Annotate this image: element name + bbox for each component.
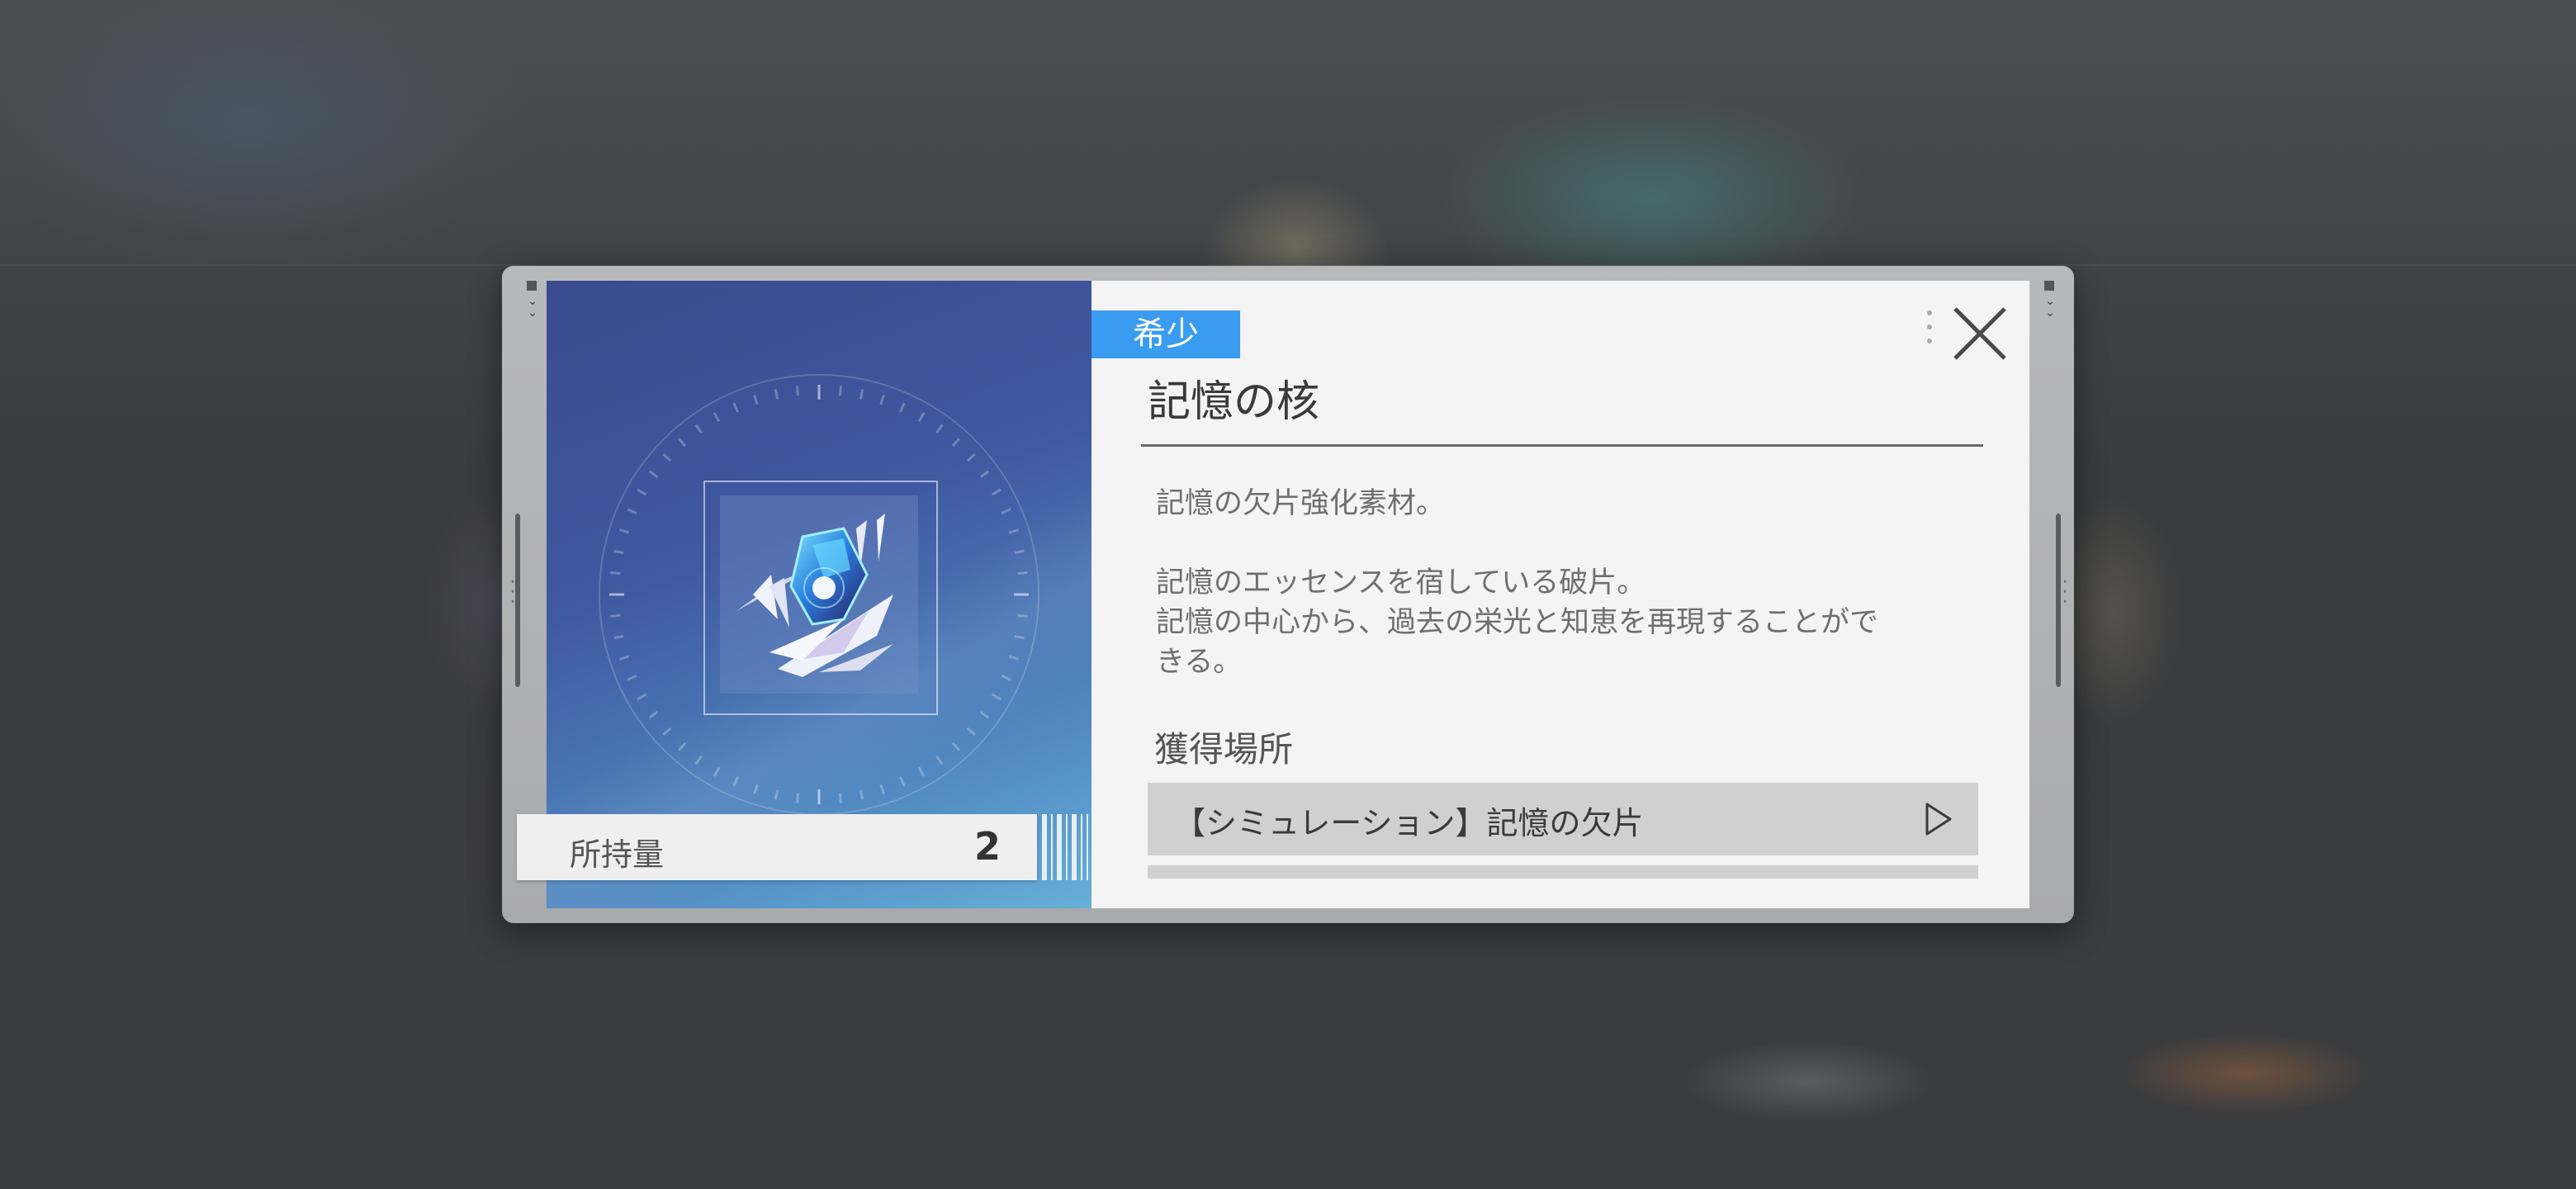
dial-tick <box>859 789 864 800</box>
dial-tick <box>795 793 800 803</box>
acquisition-source-label: 【シミュレーション】記憶の欠片 <box>1174 805 1644 841</box>
play-arrow-icon <box>1925 803 1952 836</box>
dial-tick <box>774 389 779 400</box>
acquisition-source-button[interactable]: 【シミュレーション】記憶の欠片 <box>1148 783 1978 855</box>
owned-label: 所持量 <box>570 836 665 873</box>
description-line: 記憶の欠片強化素材。 <box>1156 487 1446 520</box>
dial-tick <box>627 508 637 514</box>
dial-tick <box>637 693 647 701</box>
dial-tick <box>838 386 843 396</box>
dial-tick <box>1014 634 1025 640</box>
dial-tick <box>979 470 990 478</box>
dial-tick <box>991 488 1002 496</box>
description-line: きる。 <box>1156 646 1243 679</box>
frame-corner-right: ⌄ ⌄ <box>2044 281 2056 319</box>
dial-tick <box>613 549 624 555</box>
dial-tick <box>753 784 759 795</box>
description-line: 記憶のエッセンスを宿している破片。 <box>1156 566 1646 599</box>
dial-tick <box>648 470 659 478</box>
close-icon[interactable] <box>1947 301 2013 367</box>
dial-tick <box>979 711 990 719</box>
dial-tick <box>879 394 885 405</box>
dial-tick <box>648 711 659 719</box>
dial-tick <box>713 412 721 423</box>
dial-tick <box>618 528 630 534</box>
acquisition-heading: 獲得場所 <box>1154 729 1294 770</box>
dial-tick <box>1008 528 1020 534</box>
dial-tick <box>899 776 906 787</box>
dial-tick <box>1001 508 1011 514</box>
dial-tick <box>662 727 672 737</box>
frame-corner-left: ⌄ ⌄ <box>527 281 538 319</box>
dial-tick <box>1017 613 1028 618</box>
frame-dots-right: · · · <box>2062 572 2068 613</box>
item-description: 記憶の欠片強化素材。 記憶のエッセンスを宿している破片。 記憶の中心から、過去の… <box>1156 484 1973 682</box>
dial-tick <box>917 766 926 777</box>
dial-tick <box>732 402 739 413</box>
dial-tick <box>899 402 906 413</box>
rarity-badge: 希少 <box>1091 310 1240 358</box>
owned-count: 2 <box>973 824 1001 869</box>
dial-tick <box>627 675 637 681</box>
item-info-panel: 希少 記憶の核 記憶の欠片強化素材。 記憶のエッセンスを宿している破片。 記憶の… <box>1091 281 2029 908</box>
dial-tick <box>991 693 1002 701</box>
dial-tick <box>935 424 944 434</box>
description-line: 記憶の中心から、過去の栄光と知恵を再現することがで <box>1156 606 1879 639</box>
dial-tick <box>713 766 721 777</box>
dial-tick <box>838 793 843 803</box>
dial-tick <box>637 488 647 496</box>
dial-tick <box>774 789 779 800</box>
memory-core-crystal-icon <box>736 514 893 677</box>
dial-tick <box>917 412 926 423</box>
close-dots-decoration <box>1927 310 1934 353</box>
dial-tick <box>610 571 621 576</box>
dial-tick <box>677 438 687 448</box>
dial-tick <box>795 386 800 396</box>
dial-tick <box>1008 655 1020 661</box>
barcode-decoration <box>1042 814 1088 880</box>
dial-tick <box>1001 675 1011 681</box>
dial-tick <box>859 389 864 400</box>
dial-tick <box>1014 549 1025 555</box>
dial-tick <box>694 755 703 765</box>
dial-tick <box>879 784 885 795</box>
dial-tick <box>951 741 961 751</box>
dial-tick <box>694 424 703 434</box>
dial-tick <box>677 741 687 751</box>
dial-tick <box>966 727 976 737</box>
dial-tick <box>951 438 961 448</box>
acquisition-source-next-partial[interactable] <box>1148 865 1978 879</box>
dial-tick <box>662 452 672 462</box>
dial-tick <box>610 613 621 618</box>
dial-tick <box>732 776 739 787</box>
title-divider <box>1141 444 1983 447</box>
item-name: 記憶の核 <box>1148 377 1320 427</box>
owned-count-bar: 所持量 2 <box>517 814 1037 880</box>
dial-tick <box>935 755 944 765</box>
dial-tick <box>966 452 976 462</box>
frame-dots-left: · · · <box>509 572 516 613</box>
dial-tick <box>613 634 624 640</box>
dial-tick <box>753 394 759 405</box>
dial-tick <box>618 655 630 661</box>
dial-tick <box>1017 571 1028 576</box>
